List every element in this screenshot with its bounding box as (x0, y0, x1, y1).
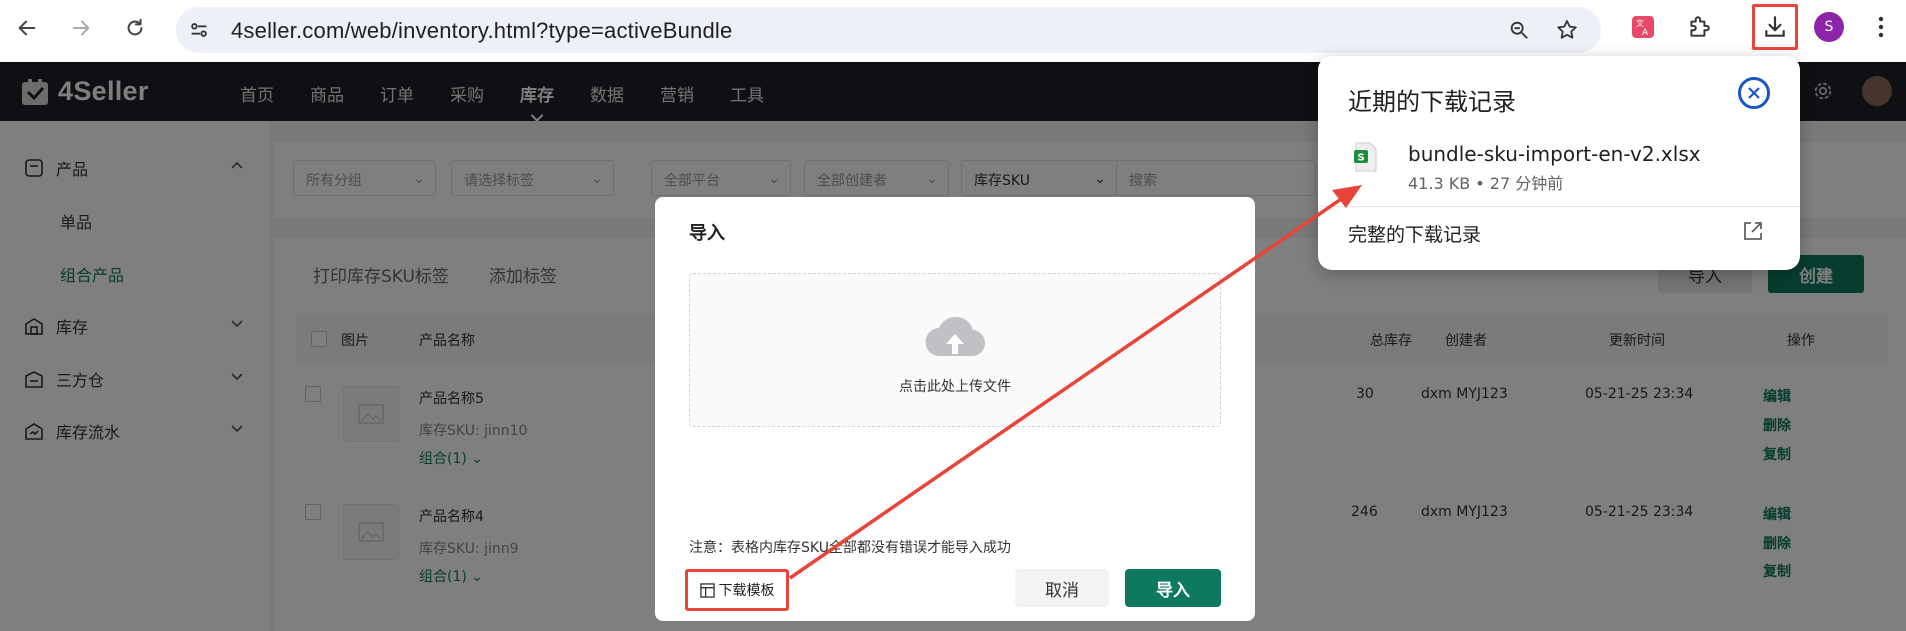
downloads-bubble: 近期的下载记录 S bundle-sku-import-en-v2.xlsx 4… (1318, 56, 1800, 270)
bookmark-star-icon[interactable] (1554, 17, 1580, 43)
template-table-icon (699, 582, 715, 598)
zoom-icon[interactable] (1506, 17, 1532, 43)
extensions-puzzle-icon[interactable] (1684, 12, 1714, 42)
dialog-title: 导入 (689, 223, 725, 244)
cloud-upload-icon (925, 316, 986, 357)
site-settings-icon[interactable] (186, 17, 212, 43)
address-bar[interactable]: 4seller.com/web/inventory.html?type=acti… (176, 7, 1601, 53)
svg-text:A: A (1642, 28, 1649, 38)
svg-text:文: 文 (1636, 18, 1644, 28)
cancel-button[interactable]: 取消 (1015, 569, 1109, 607)
confirm-import-button[interactable]: 导入 (1125, 569, 1221, 607)
download-file-meta: 41.3 KB • 27 分钟前 (1408, 174, 1564, 193)
profile-initial: S (1814, 12, 1844, 42)
url-text[interactable]: 4seller.com/web/inventory.html?type=acti… (231, 18, 732, 44)
upload-dropzone[interactable]: 点击此处上传文件 (689, 273, 1221, 427)
forward-icon[interactable] (64, 11, 98, 45)
profile-avatar-icon[interactable]: S (1814, 12, 1844, 42)
upload-text: 点击此处上传文件 (899, 379, 1011, 395)
back-icon[interactable] (10, 11, 44, 45)
browser-toolbar: 4seller.com/web/inventory.html?type=acti… (0, 0, 1906, 62)
import-note: 注意：表格内库存SKU全部都没有错误才能导入成功 (689, 540, 1011, 556)
import-dialog: 导入 点击此处上传文件 注意：表格内库存SKU全部都没有错误才能导入成功 下载模… (655, 197, 1255, 621)
spreadsheet-file-icon: S (1354, 142, 1377, 172)
translate-extension-icon[interactable]: 文A (1628, 12, 1658, 42)
full-download-history-link[interactable]: 完整的下载记录 (1348, 220, 1481, 247)
download-template-label: 下载模板 (718, 583, 775, 599)
download-file-name[interactable]: bundle-sku-import-en-v2.xlsx (1408, 142, 1701, 166)
open-external-icon[interactable] (1742, 220, 1764, 242)
close-icon[interactable] (1738, 77, 1770, 109)
browser-menu-icon[interactable] (1866, 12, 1896, 42)
svg-text:S: S (1358, 153, 1365, 164)
download-icon-highlight (1752, 4, 1798, 50)
downloads-title: 近期的下载记录 (1348, 88, 1516, 116)
divider (1318, 206, 1800, 207)
download-template-button[interactable]: 下载模板 (685, 569, 789, 611)
reload-icon[interactable] (118, 11, 152, 45)
